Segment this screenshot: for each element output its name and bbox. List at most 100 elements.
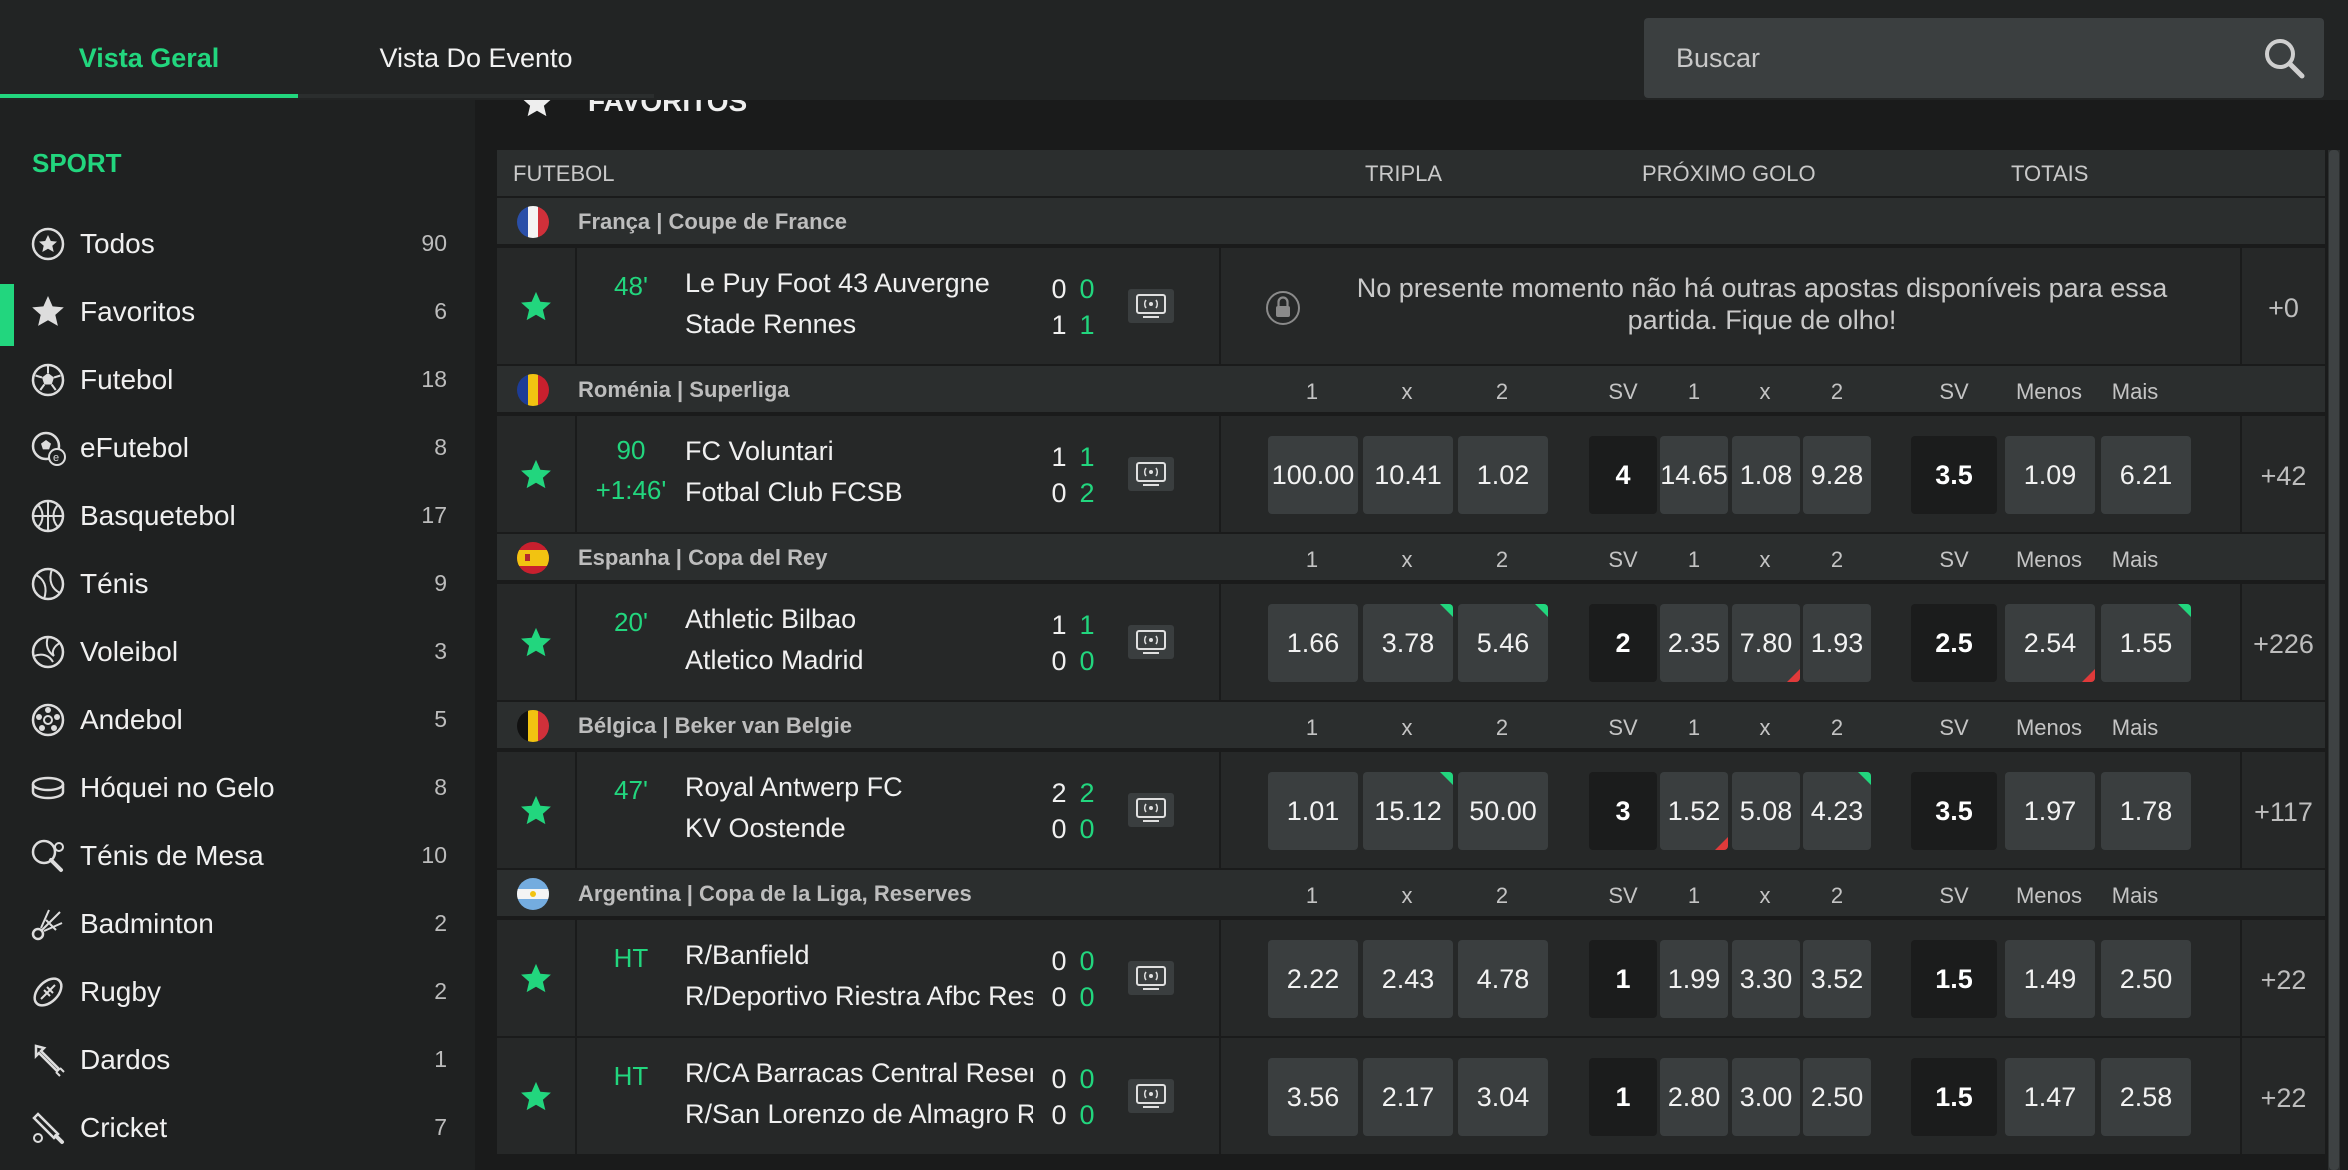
sidebar-item-cricket[interactable]: Cricket 7 [0,1096,475,1158]
live-stream-icon[interactable] [1127,960,1175,996]
favorite-star-icon[interactable] [519,626,553,660]
odd-button-2[interactable]: 4.23 [1803,772,1871,850]
sidebar-item-hoquei-no-gelo[interactable]: Hóquei no Gelo 8 [0,756,475,818]
match-time: HT [613,943,649,973]
odd-button-2[interactable]: 9.28 [1803,436,1871,514]
odd-button-mais[interactable]: 2.50 [2101,940,2191,1018]
live-stream-icon[interactable] [1127,288,1175,324]
sidebar-item-favoritos[interactable]: Favoritos 6 [0,280,475,346]
sidebar-item-label: Basquetebol [80,500,236,531]
odd-button-2[interactable]: 3.52 [1803,940,1871,1018]
favorite-star-icon[interactable] [519,458,553,492]
more-markets-link[interactable]: +22 [2242,965,2325,996]
odd-button-2[interactable]: 5.46 [1458,604,1548,682]
sidebar-item-voleibol[interactable]: Voleibol 3 [0,620,475,682]
sidebar-item-futebol[interactable]: Futebol 18 [0,348,475,410]
match-row[interactable]: HT R/Banfield R/Deportivo Riestra Afbc R… [497,920,2325,1036]
sidebar-item-badminton[interactable]: Badminton 2 [0,892,475,954]
favorite-star-icon[interactable] [519,962,553,996]
live-stream-icon[interactable] [1127,792,1175,828]
odd-button-2[interactable]: 4.78 [1458,940,1548,1018]
column-divider [1219,584,1221,700]
odd-button-menos[interactable]: 1.09 [2005,436,2095,514]
sidebar-item-andebol[interactable]: Andebol 5 [0,688,475,750]
sidebar-item-count: 3 [434,638,447,664]
odd-button-2[interactable]: 2.50 [1803,1058,1871,1136]
odd-button-1[interactable]: 1.66 [1268,604,1358,682]
odd-button-1[interactable]: 2.35 [1660,604,1728,682]
match-row[interactable]: 47' Royal Antwerp FC KV Oostende 2 2 0 0… [497,752,2325,868]
sidebar-item-rugby[interactable]: Rugby 2 [0,960,475,1022]
odd-button-1[interactable]: 100.00 [1268,436,1358,514]
basketball-icon [31,499,65,533]
sidebar-item-tenis[interactable]: Ténis 9 [0,552,475,614]
more-markets-link[interactable]: +117 [2242,797,2325,828]
odd-button-2[interactable]: 1.93 [1803,604,1871,682]
odd-button-x[interactable]: 2.17 [1363,1058,1453,1136]
more-markets-link[interactable]: +42 [2242,461,2325,492]
live-stream-icon[interactable] [1127,1078,1175,1114]
odd-button-menos[interactable]: 1.49 [2005,940,2095,1018]
odd-button-x[interactable]: 15.12 [1363,772,1453,850]
odd-button-1[interactable]: 2.22 [1268,940,1358,1018]
match-row[interactable]: HT R/CA Barracas Central Reserves R/San … [497,1038,2325,1154]
odd-button-mais[interactable]: 1.78 [2101,772,2191,850]
odd-button-menos[interactable]: 1.47 [2005,1058,2095,1136]
odd-button-2[interactable]: 50.00 [1458,772,1548,850]
more-markets-link[interactable]: +226 [2242,629,2325,660]
odd-button-1[interactable]: 1.01 [1268,772,1358,850]
odd-button-1[interactable]: 2.80 [1660,1058,1728,1136]
market-label-x: x [1401,379,1413,404]
odd-button-2[interactable]: 1.02 [1458,436,1548,514]
odd-button-x[interactable]: 2.43 [1363,940,1453,1018]
match-row[interactable]: 20' Athletic Bilbao Atletico Madrid 1 1 … [497,584,2325,700]
scrollbar-thumb[interactable] [2329,150,2339,1170]
live-stream-icon[interactable] [1127,624,1175,660]
sidebar-item-efutebol[interactable]: e eFutebol 8 [0,416,475,478]
top-bar: Vista Geral Vista Do Evento [0,0,2348,100]
favorites-title: FAVORITOS [588,100,748,117]
favorite-star-icon[interactable] [519,290,553,324]
odd-button-1[interactable]: 1.52 [1660,772,1728,850]
odd-button-x[interactable]: 1.08 [1732,436,1800,514]
sidebar-item-dardos[interactable]: Dardos 1 [0,1028,475,1090]
odd-button-1[interactable]: 3.56 [1268,1058,1358,1136]
sidebar-item-tenis-de-mesa[interactable]: Ténis de Mesa 10 [0,824,475,886]
home-period-score: 0 [1079,1064,1095,1094]
odd-button-1[interactable]: 14.65 [1660,436,1728,514]
sidebar-item-todos[interactable]: Todos 90 [0,212,475,274]
odd-button-x[interactable]: 3.30 [1732,940,1800,1018]
match-row[interactable]: 90 +1:46' FC Voluntari Fotbal Club FCSB … [497,416,2325,532]
more-markets-link[interactable]: +0 [2242,293,2325,324]
match-time: HT [613,1061,649,1091]
search-icon[interactable] [2262,36,2306,80]
odd-button-x[interactable]: 5.08 [1732,772,1800,850]
search-input[interactable] [1644,18,2244,98]
odd-button-mais[interactable]: 6.21 [2101,436,2191,514]
sidebar-item-basquetebol[interactable]: Basquetebol 17 [0,484,475,546]
no-bets-text: No presente momento não há outras aposta… [1356,273,2168,335]
tab-vista-do-evento[interactable]: Vista Do Evento [298,0,654,98]
odd-button-x[interactable]: 3.78 [1363,604,1453,682]
odd-button-x[interactable]: 10.41 [1363,436,1453,514]
next-goal-sv: 2 [1589,604,1657,682]
live-stream-icon[interactable] [1127,456,1175,492]
odd-button-1[interactable]: 1.99 [1660,940,1728,1018]
odd-button-mais[interactable]: 2.58 [2101,1058,2191,1136]
match-row[interactable]: 48' Le Puy Foot 43 Auvergne Stade Rennes… [497,248,2325,364]
away-team: R/San Lorenzo de Almagro Reserves [685,1099,1033,1129]
odd-button-menos[interactable]: 2.54 [2005,604,2095,682]
market-label-sv: SV [1939,379,1969,404]
tab-vista-geral[interactable]: Vista Geral [0,0,298,98]
active-indicator [0,284,14,346]
content-scrollbar[interactable] [2328,150,2340,1170]
favorite-star-icon[interactable] [519,794,553,828]
odd-button-x[interactable]: 3.00 [1732,1058,1800,1136]
odd-button-mais[interactable]: 1.55 [2101,604,2191,682]
home-score: 1 [1051,442,1067,472]
odd-button-2[interactable]: 3.04 [1458,1058,1548,1136]
more-markets-link[interactable]: +22 [2242,1083,2325,1114]
odd-button-menos[interactable]: 1.97 [2005,772,2095,850]
favorite-star-icon[interactable] [519,1080,553,1114]
odd-button-x[interactable]: 7.80 [1732,604,1800,682]
